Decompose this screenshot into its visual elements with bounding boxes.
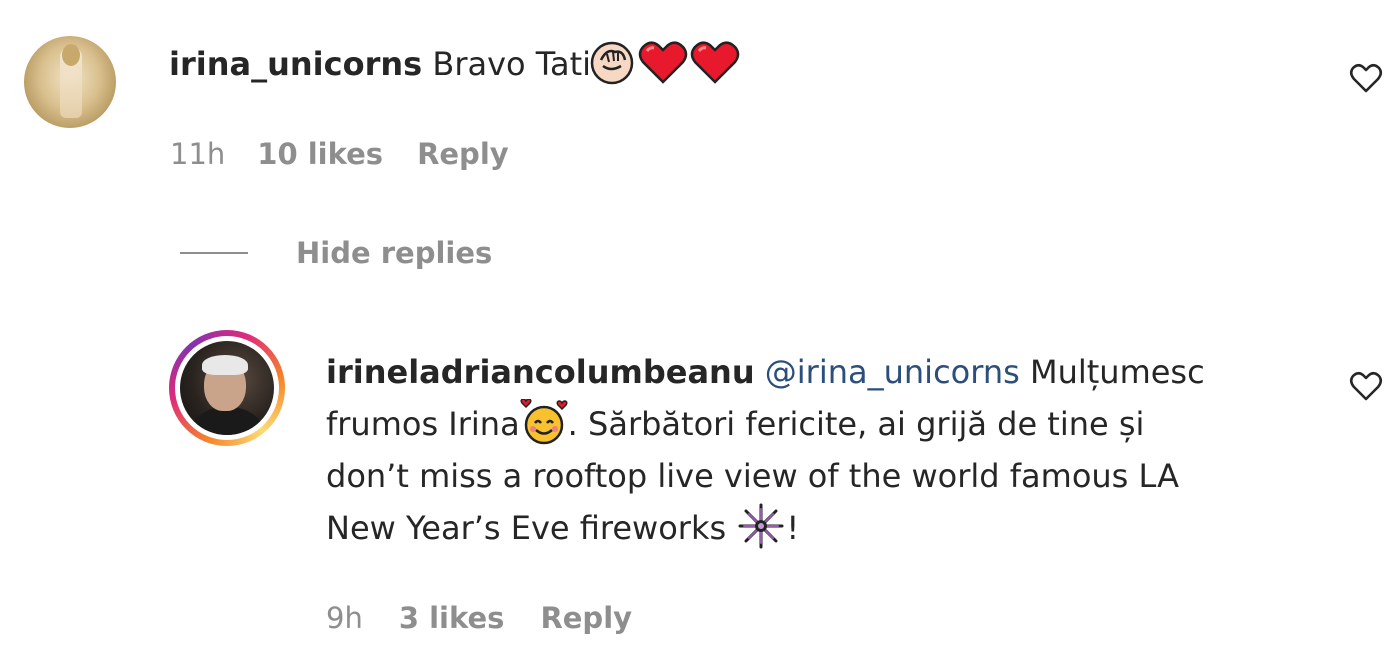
- avatar[interactable]: [180, 341, 274, 435]
- mention-link[interactable]: @irina_unicorns: [765, 353, 1020, 391]
- reply-meta: 9h 3 likes Reply: [326, 598, 632, 638]
- reply-time[interactable]: 9h: [326, 598, 363, 638]
- comment-body: Bravo Tati: [432, 45, 592, 83]
- avatar-hair: [202, 355, 248, 375]
- reply-body-4b: !: [786, 509, 800, 547]
- fireworks-icon: [736, 501, 786, 551]
- like-heart-icon[interactable]: [1349, 370, 1383, 404]
- reply-body-1: Mulțumesc: [1029, 353, 1205, 391]
- reply-body-3: don’t miss a rooftop live view of the wo…: [326, 457, 1179, 495]
- hide-replies-label: Hide replies: [296, 236, 493, 270]
- divider-line: [180, 252, 248, 254]
- reply-text-line-2: frumos Irina . Sărbători fericite, ai gr…: [326, 398, 1144, 450]
- like-heart-icon[interactable]: [1349, 62, 1383, 96]
- avatar[interactable]: [24, 36, 116, 128]
- reply-body-4a: New Year’s Eve fireworks: [326, 509, 737, 547]
- clapping-hands-icon: [587, 38, 637, 88]
- comment-likes[interactable]: 10 likes: [257, 134, 383, 174]
- avatar-hair: [62, 44, 80, 66]
- reply-text-line-1: irineladriancolumbeanu @irina_unicorns M…: [326, 346, 1205, 398]
- reply-text-line-3: don’t miss a rooftop live view of the wo…: [326, 450, 1179, 502]
- reply-likes[interactable]: 3 likes: [399, 598, 505, 638]
- avatar-shoulders: [184, 407, 270, 435]
- reply-body-2b: . Sărbători fericite, ai grijă de tine ș…: [567, 405, 1145, 443]
- comment-text: irina_unicorns Bravo Tati: [169, 38, 741, 91]
- reply-username[interactable]: irineladriancolumbeanu: [326, 353, 755, 391]
- comment-username[interactable]: irina_unicorns: [169, 45, 422, 83]
- reply-button[interactable]: Reply: [417, 134, 509, 174]
- red-heart-icon: [637, 38, 689, 88]
- comment-time[interactable]: 11h: [170, 134, 225, 174]
- comment-meta: 11h 10 likes Reply: [170, 134, 509, 174]
- reply-text-line-4: New Year’s Eve fireworks !: [326, 502, 799, 555]
- smiling-face-with-hearts-icon: [520, 398, 568, 447]
- reply-body-2a: frumos Irina: [326, 405, 520, 443]
- red-heart-icon: [689, 38, 741, 88]
- reply-button[interactable]: Reply: [540, 598, 632, 638]
- hide-replies-button[interactable]: Hide replies: [180, 232, 492, 274]
